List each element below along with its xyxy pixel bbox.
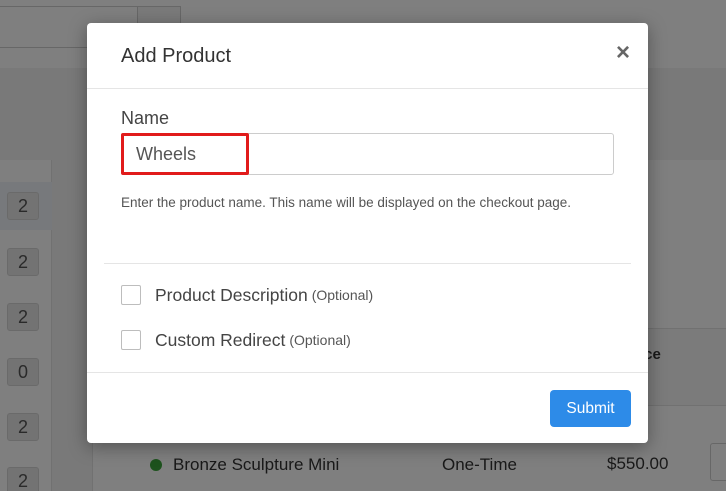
option-label: Product Description [155,284,308,305]
product-description-option[interactable]: Product Description (Optional) [121,284,373,306]
footer-divider [87,372,648,373]
product-description-checkbox[interactable] [121,285,141,305]
dialog-title: Add Product [121,45,232,67]
name-help-text: Enter the product name. This name will b… [121,195,572,210]
submit-button[interactable]: Submit [550,390,631,427]
section-divider [104,263,631,264]
custom-redirect-option[interactable]: Custom Redirect (Optional) [121,329,351,351]
close-icon[interactable]: × [611,41,635,65]
name-label: Name [121,108,170,128]
optional-note: (Optional) [311,287,374,303]
dialog-header: Add Product × [87,23,648,89]
add-product-dialog: Add Product × Name Enter the product nam… [87,23,648,443]
optional-note: (Optional) [289,332,351,348]
option-label: Custom Redirect [155,329,286,350]
product-name-input[interactable] [121,133,614,175]
custom-redirect-checkbox[interactable] [121,330,141,350]
